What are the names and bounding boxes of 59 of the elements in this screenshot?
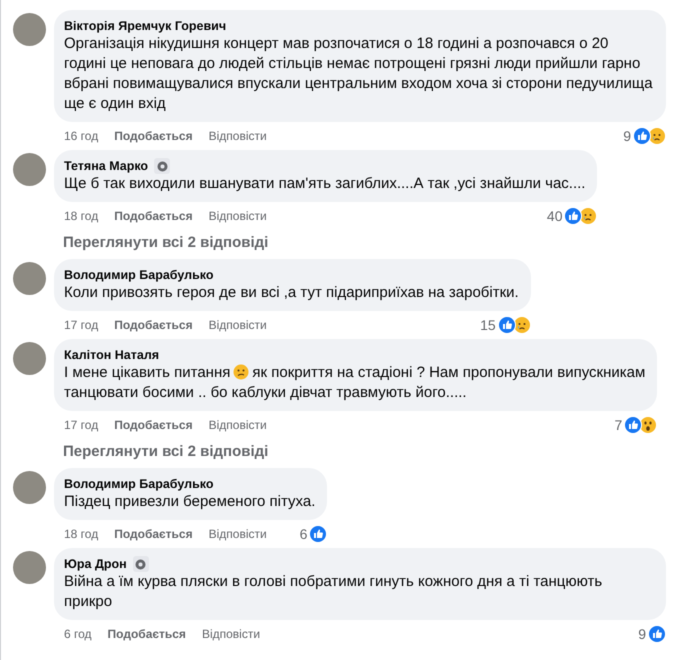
view-replies-link[interactable]: Переглянути всі 2 відповіді <box>63 443 268 460</box>
sad-face-icon[interactable] <box>579 207 598 225</box>
reaction-count[interactable]: 7 <box>614 417 622 433</box>
reply-link[interactable]: Відповісти <box>208 418 267 432</box>
reaction-count[interactable]: 15 <box>480 317 496 333</box>
reply-link[interactable]: Відповісти <box>208 129 267 143</box>
avatar-placeholder[interactable] <box>13 471 46 504</box>
thumbs-up-icon[interactable] <box>633 127 651 145</box>
avatar-placeholder[interactable] <box>13 153 46 186</box>
comment-text: Коли привозять героя де ви всі ,а тут підариприїхав на заробітки. <box>64 283 519 303</box>
avatar-placeholder[interactable] <box>13 551 46 584</box>
reply-link[interactable]: Відповісти <box>208 318 267 332</box>
reply-link[interactable]: Відповісти <box>208 527 267 541</box>
badge-icon[interactable] <box>154 158 170 174</box>
thumbs-up-icon[interactable] <box>564 207 582 225</box>
reaction-count[interactable]: 9 <box>638 626 646 642</box>
timestamp[interactable]: 18 год <box>64 209 98 223</box>
comment-text: Війна а їм курва пляски в голові побратими гинуть кожного дня а ті танцюють прикро <box>64 572 604 612</box>
like-link[interactable]: Подобається <box>108 627 186 641</box>
sad-face-icon[interactable] <box>512 316 531 334</box>
timestamp[interactable]: 16 год <box>64 129 98 143</box>
timestamp[interactable]: 6 год <box>64 627 92 641</box>
reply-link[interactable]: Відповісти <box>202 627 260 641</box>
like-link[interactable]: Подобається <box>114 418 193 432</box>
avatar-placeholder[interactable] <box>13 13 46 46</box>
confused-face-icon <box>233 364 250 380</box>
author-name[interactable]: Калітон Наталя <box>64 347 160 363</box>
comment-text: танцювати босими .. бо каблуки дівчат травмують його..... <box>64 383 468 403</box>
author-name[interactable]: Юра Дрон <box>64 556 127 572</box>
reply-link[interactable]: Відповісти <box>208 209 267 223</box>
comment-text: як покриття на стадіоні ? Нам пропонували випускникам <box>252 364 646 381</box>
view-replies-link[interactable]: Переглянути всі 2 відповіді <box>63 234 268 251</box>
author-name[interactable]: Вікторія Яремчук Горевич <box>64 18 226 34</box>
timestamp[interactable]: 17 год <box>64 318 98 332</box>
avatar-placeholder[interactable] <box>13 262 46 295</box>
author-name[interactable]: Володимир Барабулько <box>64 476 214 492</box>
timestamp[interactable]: 17 год <box>64 418 98 432</box>
author-name[interactable]: Тетяна Марко <box>64 158 148 174</box>
thumbs-up-icon[interactable] <box>309 525 328 543</box>
reaction-count[interactable]: 6 <box>300 526 308 542</box>
surprised-face-icon[interactable] <box>639 416 658 434</box>
like-link[interactable]: Подобається <box>114 209 193 223</box>
sad-face-icon[interactable] <box>648 127 666 145</box>
reaction-count[interactable]: 40 <box>546 208 562 224</box>
like-link[interactable]: Подобається <box>114 527 193 541</box>
author-name[interactable]: Володимир Барабулько <box>64 267 214 283</box>
comment-text: Організація нікудишня концерт мав розпочатися о 18 годині а розпочався о 20 годині це неповага до людей стільців немає потрощені грязні люди прийшли гарно вбрані повимащувалися впускали центральним входом хоча зі сторони педучилища ще є один вхід <box>64 34 654 114</box>
avatar-placeholder[interactable] <box>13 342 46 375</box>
thumbs-up-icon[interactable] <box>498 316 516 334</box>
reaction-count[interactable]: 9 <box>623 128 631 144</box>
thumbs-up-icon[interactable] <box>624 416 642 434</box>
badge-icon[interactable] <box>132 556 149 572</box>
timestamp[interactable]: 18 год <box>64 527 98 541</box>
comment-text: Піздец привезли беременого пітуха. <box>64 492 316 512</box>
thumbs-up-icon[interactable] <box>648 625 666 643</box>
comment-text: І мене цікавить питання <box>64 364 230 381</box>
like-link[interactable]: Подобається <box>114 318 193 332</box>
comment-text: Ще б так виходили вшанувати пам'ять загиблих....А так ,усі знайшли час.... <box>64 174 586 194</box>
like-link[interactable]: Подобається <box>114 129 193 143</box>
